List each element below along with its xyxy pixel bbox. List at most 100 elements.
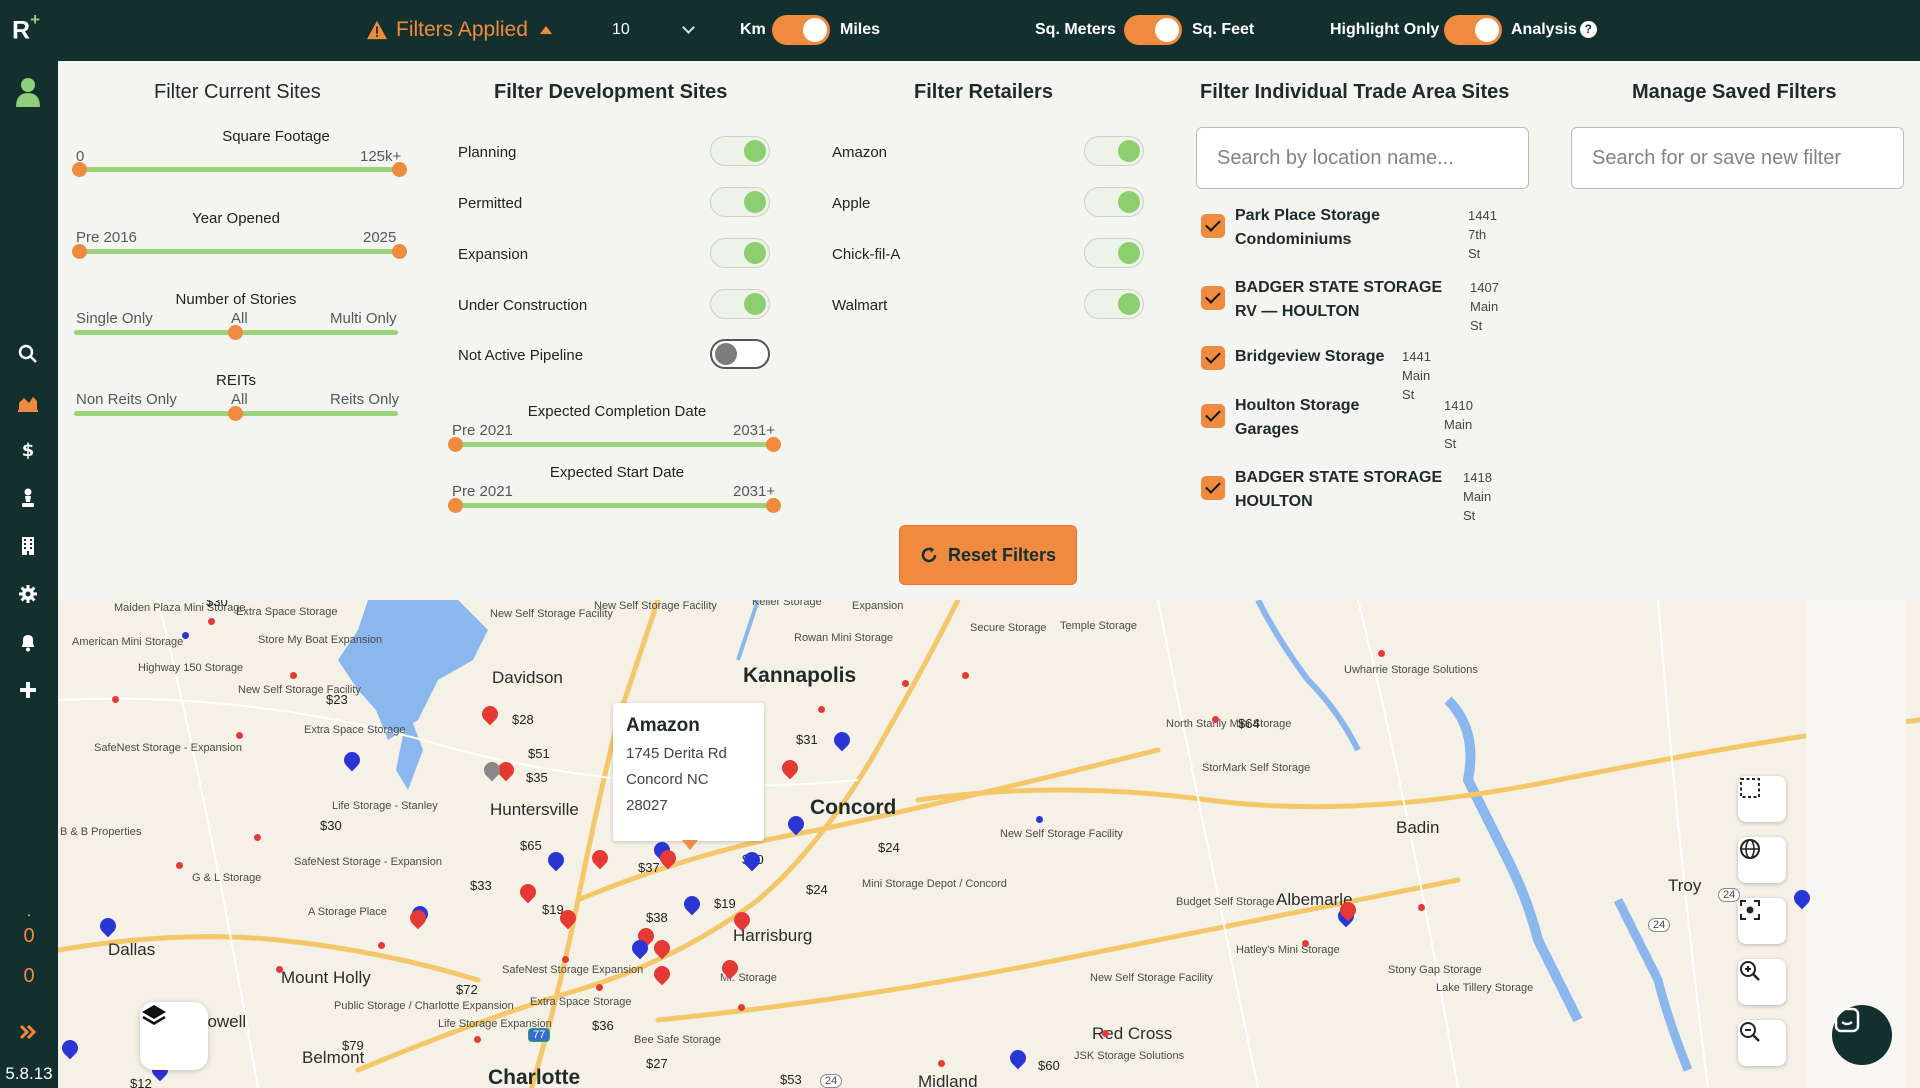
completion-slider-track[interactable] <box>455 442 773 447</box>
help-icon[interactable]: ? <box>1579 21 1597 38</box>
double-chevron-right-icon[interactable] <box>17 1021 39 1043</box>
gear-icon[interactable] <box>17 583 39 605</box>
svg-text:$: $ <box>22 440 35 461</box>
map-dot[interactable] <box>1212 716 1219 723</box>
sqft-slider-track[interactable] <box>74 167 398 172</box>
map-dot[interactable] <box>938 1060 945 1067</box>
year-slider-track[interactable] <box>74 249 398 254</box>
apple-switch[interactable] <box>1084 187 1144 217</box>
saved-filters-input[interactable] <box>1572 128 1903 188</box>
map-dot[interactable] <box>290 672 297 679</box>
map-dot[interactable] <box>378 942 385 949</box>
chart-area-icon[interactable] <box>17 391 39 413</box>
map-dot[interactable] <box>112 696 119 703</box>
map-dot[interactable] <box>962 672 969 679</box>
map-dot[interactable] <box>474 1036 481 1043</box>
map-dot[interactable] <box>818 706 825 713</box>
map-dot[interactable] <box>1102 1030 1109 1037</box>
start-slider-track[interactable] <box>455 503 773 508</box>
map-dot[interactable] <box>738 1004 745 1011</box>
bell-icon[interactable] <box>17 631 39 653</box>
planning-switch[interactable] <box>710 136 770 166</box>
area-unit-toggle[interactable] <box>1124 15 1182 45</box>
under-construction-switch[interactable] <box>710 289 770 319</box>
trade-area-search-input[interactable] <box>1197 128 1528 188</box>
sqft-slider-max-handle[interactable] <box>392 162 407 177</box>
chat-launcher-button[interactable] <box>1832 1005 1892 1065</box>
completion-slider-min-handle[interactable] <box>448 437 463 452</box>
walmart-switch[interactable] <box>1084 289 1144 319</box>
storage-label: Uwharrie Storage Solutions <box>1344 664 1478 676</box>
trade-site-checkbox[interactable] <box>1201 286 1225 310</box>
stories-slider-handle[interactable] <box>228 325 243 340</box>
storage-label: B & B Properties <box>60 826 142 838</box>
select-area-button[interactable] <box>1738 776 1786 822</box>
zoom-in-button[interactable] <box>1738 959 1786 1005</box>
zoom-out-button[interactable] <box>1738 1020 1786 1066</box>
price-label: $72 <box>456 982 478 997</box>
highlight-analysis-toggle[interactable] <box>1444 15 1502 45</box>
map-dot[interactable] <box>1302 940 1309 947</box>
globe-button[interactable] <box>1738 837 1786 883</box>
start-slider-min-handle[interactable] <box>448 498 463 513</box>
map-dot[interactable] <box>236 732 243 739</box>
price-label: $33 <box>470 878 492 893</box>
filters-applied-toggle[interactable]: Filters Applied <box>366 18 552 42</box>
map-canvas[interactable]: Kannapolis Concord Davidson Huntersville… <box>58 600 1920 1088</box>
trade-site-checkbox[interactable] <box>1201 476 1225 500</box>
not-active-pipeline-switch[interactable] <box>710 339 770 369</box>
city-label: Midland <box>918 1072 978 1088</box>
map-dot[interactable] <box>902 680 909 687</box>
plus-icon[interactable] <box>17 679 39 701</box>
storage-label: Bee Safe Storage <box>634 1034 721 1046</box>
pawn-icon[interactable] <box>17 487 39 509</box>
storage-label: SafeNest Storage Expansion <box>502 964 644 976</box>
map-dot[interactable] <box>208 618 215 625</box>
dollar-icon[interactable]: $ <box>17 439 39 461</box>
city-label: Badin <box>1396 818 1440 837</box>
price-label: $60 <box>1038 1058 1060 1073</box>
distance-unit-toggle[interactable] <box>772 15 830 45</box>
trade-site-checkbox[interactable] <box>1201 404 1225 428</box>
focus-button[interactable] <box>1738 898 1786 944</box>
year-slider-max-handle[interactable] <box>392 244 407 259</box>
saved-filters-search[interactable] <box>1571 127 1904 189</box>
permitted-label: Permitted <box>458 195 523 212</box>
radius-select[interactable]: 10 <box>612 21 700 39</box>
start-slider-max-handle[interactable] <box>766 498 781 513</box>
layers-button[interactable] <box>140 1002 208 1070</box>
app-logo[interactable]: R+ <box>12 10 40 45</box>
trade-site-name: BADGER STATE STORAGE RV — HOULTON <box>1235 279 1443 320</box>
expansion-switch[interactable] <box>710 238 770 268</box>
completion-slider-max-handle[interactable] <box>766 437 781 452</box>
map-dot[interactable] <box>596 984 603 991</box>
trade-site-checkbox[interactable] <box>1201 346 1225 370</box>
price-label: $19 <box>714 896 736 911</box>
map-dot[interactable] <box>1036 816 1043 823</box>
sqft-slider-min-handle[interactable] <box>72 162 87 177</box>
chick-fil-a-switch[interactable] <box>1084 238 1144 268</box>
map-dot[interactable] <box>254 834 261 841</box>
year-slider-min-handle[interactable] <box>72 244 87 259</box>
trade-site-checkbox[interactable] <box>1201 214 1225 238</box>
map-dot[interactable] <box>176 862 183 869</box>
popup-zip-line: 28027 <box>626 797 668 814</box>
zoom-out-icon <box>1740 1022 1760 1042</box>
reset-filters-button[interactable]: Reset Filters <box>899 525 1077 585</box>
map-dot[interactable] <box>182 632 189 639</box>
map-dot[interactable] <box>1378 650 1385 657</box>
search-icon[interactable] <box>17 343 39 365</box>
sq-meters-label: Sq. Meters <box>1035 21 1116 38</box>
map-dot[interactable] <box>276 966 283 973</box>
map-terrain <box>58 600 1920 1088</box>
under-construction-label: Under Construction <box>458 297 588 314</box>
reits-slider-handle[interactable] <box>228 406 243 421</box>
amazon-switch[interactable] <box>1084 136 1144 166</box>
permitted-switch[interactable] <box>710 187 770 217</box>
trade-area-search[interactable] <box>1196 127 1529 189</box>
map-dot[interactable] <box>1418 904 1425 911</box>
building-icon[interactable] <box>17 535 39 557</box>
map-dot[interactable] <box>562 956 569 963</box>
popup-title: Amazon <box>626 715 700 736</box>
user-avatar-icon[interactable] <box>15 77 41 107</box>
